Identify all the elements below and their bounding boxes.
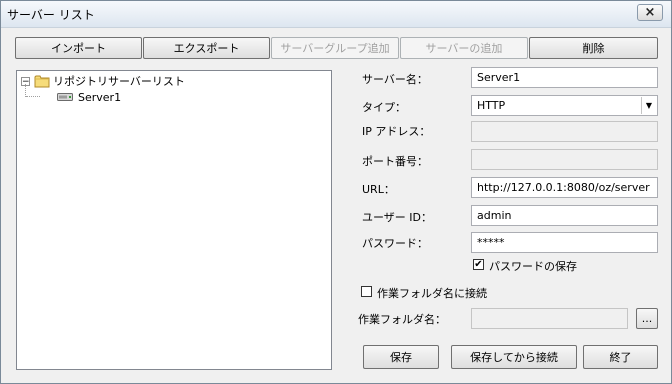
export-button[interactable]: エクスポート (143, 37, 270, 59)
server-tree[interactable]: − リポジトリサーバーリスト Server1 (16, 70, 332, 370)
import-button[interactable]: インポート (15, 37, 142, 59)
server-name-field[interactable]: Server1 (471, 67, 658, 88)
close-icon: × (644, 5, 656, 20)
ip-address-field[interactable] (471, 121, 658, 142)
port-number-label: ポート番号： (362, 155, 428, 168)
browse-button[interactable]: ... (636, 308, 658, 329)
type-select[interactable]: HTTP ▼ (471, 95, 658, 116)
connect-working-folder-label: 作業フォルダ名に接続 (377, 287, 487, 300)
server-name-label: サーバー名： (362, 73, 428, 86)
working-folder-field[interactable] (471, 308, 628, 329)
delete-button[interactable]: 削除 (529, 37, 658, 59)
save-password-label: パスワードの保存 (489, 260, 577, 273)
title-bar: サーバー リスト × (1, 1, 671, 28)
user-id-label: ユーザー ID： (362, 211, 432, 224)
port-number-field[interactable] (471, 149, 658, 170)
connect-working-folder-checkbox[interactable] (361, 286, 372, 297)
tree-item-server1[interactable]: Server1 (57, 89, 123, 105)
tree-connector (26, 96, 40, 97)
tree-item-label: Server1 (78, 90, 122, 104)
url-field[interactable]: http://127.0.0.1:8080/oz/server (471, 177, 658, 198)
add-server-group-button[interactable]: サーバーグループ追加 (271, 37, 399, 59)
chevron-down-icon[interactable]: ▼ (641, 97, 656, 114)
check-icon: ✔ (474, 259, 483, 270)
type-select-value: HTTP (477, 99, 506, 112)
password-label: パスワード： (362, 237, 428, 250)
save-password-checkbox[interactable]: ✔ (473, 259, 484, 270)
url-label: URL： (362, 183, 395, 196)
add-server-button[interactable]: サーバーの追加 (400, 37, 528, 59)
save-and-connect-button[interactable]: 保存してから接続 (451, 345, 577, 369)
folder-icon (34, 75, 50, 88)
close-button[interactable]: × (637, 4, 663, 21)
tree-root-label: リポジトリサーバーリスト (53, 75, 185, 88)
tree-root-item[interactable]: − リポジトリサーバーリスト (21, 73, 185, 89)
window-title: サーバー リスト (7, 8, 95, 22)
type-label: タイプ： (362, 101, 406, 114)
user-id-field[interactable]: admin (471, 205, 658, 226)
password-field[interactable]: ***** (471, 232, 658, 253)
server-list-dialog: サーバー リスト × インポート エクスポート サーバーグループ追加 サーバーの… (0, 0, 672, 384)
exit-button[interactable]: 終了 (583, 345, 658, 369)
save-button[interactable]: 保存 (363, 345, 439, 369)
server-icon (57, 93, 73, 101)
ip-address-label: IP アドレス： (362, 125, 431, 138)
working-folder-label: 作業フォルダ名： (358, 313, 446, 326)
